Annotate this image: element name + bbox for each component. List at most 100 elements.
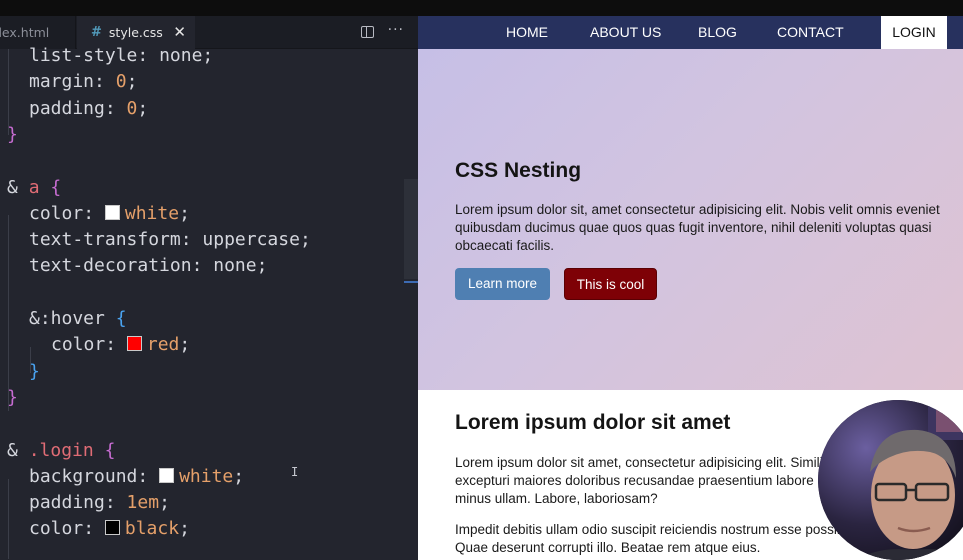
window-top-strip xyxy=(0,0,963,16)
code-brace: { xyxy=(115,308,127,329)
code-colon: : xyxy=(137,465,160,487)
code-line[interactable]: color: white; xyxy=(29,201,190,227)
hero-section: CSS Nesting Lorem ipsum dolor sit, amet … xyxy=(418,49,963,390)
code-line[interactable]: background: white; xyxy=(29,464,244,490)
scrollbar-thumb[interactable] xyxy=(404,179,418,279)
code-colon: : xyxy=(94,71,116,93)
code-semicolon: ; xyxy=(159,492,170,514)
code-colon: : xyxy=(105,334,127,356)
code-semicolon: ; xyxy=(179,518,190,540)
code-colon: : xyxy=(191,255,214,277)
code-brace: } xyxy=(7,123,18,145)
editor-actions: ··· xyxy=(360,23,404,38)
code-value: none xyxy=(159,45,203,66)
code-line[interactable]: } xyxy=(29,359,40,385)
code-line[interactable]: margin: 0; xyxy=(29,69,137,95)
nav-blog-link[interactable]: BLOG xyxy=(698,16,737,49)
code-property: color xyxy=(29,518,84,540)
tab-label: dex.html xyxy=(0,25,50,40)
code-line[interactable]: color: red; xyxy=(51,332,190,358)
code-value: 1em xyxy=(126,492,160,514)
code-brace: } xyxy=(7,386,18,408)
code-semicolon: ; xyxy=(299,229,311,251)
code-value: red xyxy=(146,334,180,356)
tab-label: style.css xyxy=(108,25,163,40)
code-value: black xyxy=(124,518,180,540)
code-line[interactable]: list-style: none; xyxy=(29,43,213,69)
code-property: text-transform xyxy=(29,229,181,251)
learn-more-button[interactable]: Learn more xyxy=(455,268,550,300)
code-nesting-ampersand: & xyxy=(7,439,29,461)
code-line[interactable]: padding: 1em; xyxy=(29,490,170,516)
code-value: 0 xyxy=(115,71,127,93)
scrollbar-marker xyxy=(404,281,418,283)
code-semicolon: ; xyxy=(137,97,149,119)
css-file-icon: # xyxy=(91,25,102,40)
nav-home-link[interactable]: HOME xyxy=(506,16,548,49)
code-brace: { xyxy=(104,439,116,461)
code-value: uppercase xyxy=(202,229,300,251)
code-brace: { xyxy=(50,176,62,198)
code-semicolon: ; xyxy=(233,465,245,487)
site-navbar: HOME ABOUT US BLOG CONTACT LOGIN xyxy=(418,16,963,52)
code-value: white xyxy=(124,202,180,224)
code-semicolon: ; xyxy=(179,202,190,224)
code-selector: .login xyxy=(28,439,94,461)
code-colon: : xyxy=(83,202,105,224)
nav-contact-link[interactable]: CONTACT xyxy=(777,16,844,49)
code-selector: a xyxy=(28,176,40,198)
code-property: margin xyxy=(29,71,95,93)
code-pseudo-selector: &:hover xyxy=(29,308,105,329)
split-editor-icon[interactable] xyxy=(360,26,374,38)
code-line[interactable]: color: black; xyxy=(29,516,190,542)
code-line[interactable]: text-transform: uppercase; xyxy=(29,227,311,253)
nav-about-link[interactable]: ABOUT US xyxy=(590,16,661,49)
code-line[interactable]: & a { xyxy=(7,175,61,201)
code-colon: : xyxy=(104,97,127,119)
code-colon: : xyxy=(83,518,105,540)
code-value: white xyxy=(179,465,234,487)
code-line[interactable]: & .login { xyxy=(7,438,115,464)
code-line[interactable]: } xyxy=(7,122,18,148)
code-line[interactable]: &:hover { xyxy=(29,306,127,332)
code-line[interactable]: text-decoration: none; xyxy=(29,253,267,279)
code-colon: : xyxy=(180,229,203,251)
this-is-cool-button[interactable]: This is cool xyxy=(564,268,657,300)
close-icon[interactable]: ✕ xyxy=(173,23,186,41)
color-swatch-icon[interactable] xyxy=(159,467,175,483)
code-brace: } xyxy=(29,360,40,382)
code-property: background xyxy=(29,465,138,487)
code-colon: : xyxy=(137,45,160,66)
code-value: 0 xyxy=(126,97,138,119)
code-property: padding xyxy=(29,97,105,119)
code-area[interactable]: list-style: none; margin: 0; padding: 0;} &… xyxy=(0,45,404,560)
code-line[interactable]: padding: 0; xyxy=(29,96,148,122)
code-property: color xyxy=(29,202,84,224)
code-semicolon: ; xyxy=(202,45,214,66)
more-actions-icon[interactable]: ··· xyxy=(388,23,404,38)
hero-text: Lorem ipsum dolor sit, amet consectetur … xyxy=(455,202,940,253)
editor-scrollbar[interactable] xyxy=(404,49,418,560)
color-swatch-icon[interactable] xyxy=(104,204,120,220)
code-property: color xyxy=(51,334,106,356)
hero-title: CSS Nesting xyxy=(455,159,582,182)
indent-guide xyxy=(8,215,9,411)
code-line[interactable]: } xyxy=(7,385,18,411)
code-colon: : xyxy=(104,492,127,514)
text-cursor-icon: I xyxy=(291,465,299,479)
code-value: none xyxy=(213,255,257,277)
code-property: text-decoration xyxy=(29,255,192,277)
nav-login-link[interactable]: LOGIN xyxy=(881,16,947,52)
code-editor[interactable]: dex.html # style.css ✕ ··· list-style: n… xyxy=(0,16,418,560)
color-swatch-icon[interactable] xyxy=(104,520,120,536)
color-swatch-icon[interactable] xyxy=(126,336,142,352)
indent-guide xyxy=(8,479,9,559)
code-nesting-ampersand: & xyxy=(7,176,29,198)
section-title: Lorem ipsum dolor sit amet xyxy=(455,411,731,434)
code-property: list-style xyxy=(29,45,138,66)
code-property: padding xyxy=(29,492,105,514)
code-semicolon: ; xyxy=(179,334,191,356)
